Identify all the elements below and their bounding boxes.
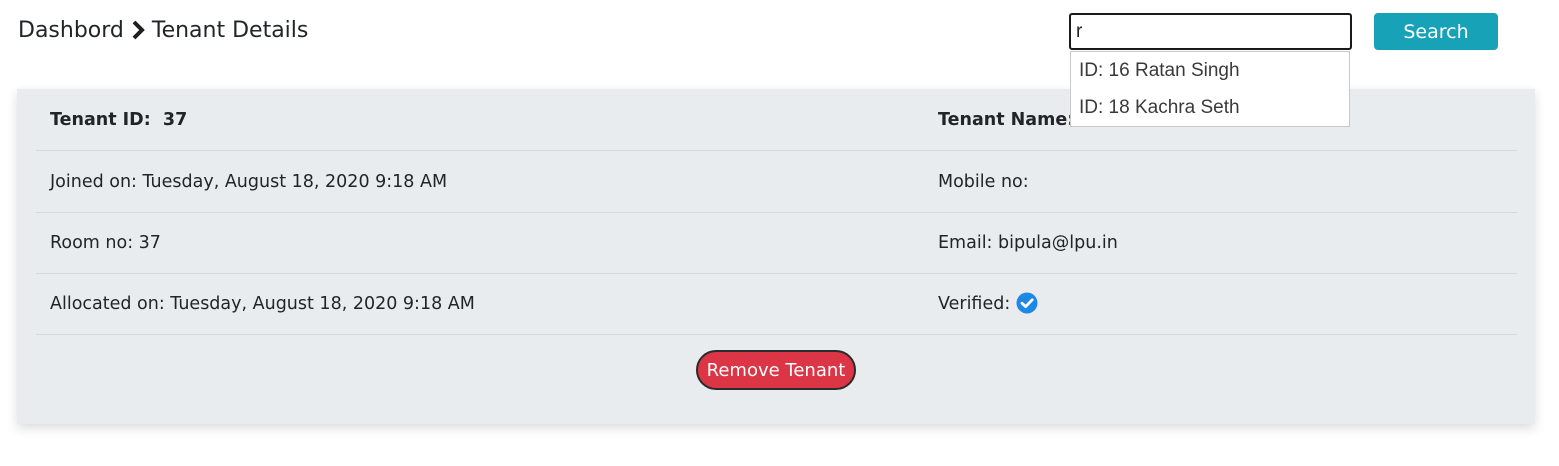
room-no: Room no: 37 [50, 232, 161, 253]
verified-status: Verified: [938, 273, 1038, 334]
mobile-no: Mobile no: [938, 171, 1029, 192]
search-input[interactable] [1069, 13, 1352, 50]
tenant-row-room: Room no: 37 Email: bipula@lpu.in [36, 212, 1517, 274]
tenant-row-joined: Joined on: Tuesday, August 18, 2020 9:18… [36, 151, 1517, 213]
tenant-row-allocated: Allocated on: Tuesday, August 18, 2020 9… [36, 273, 1517, 335]
chevron-right-icon [131, 20, 145, 40]
remove-tenant-button[interactable]: Remove Tenant [696, 350, 856, 390]
breadcrumb-current: Tenant Details [151, 17, 309, 43]
suggestion-item[interactable]: ID: 16 Ratan Singh [1071, 52, 1349, 89]
search-suggestions-dropdown: ID: 16 Ratan Singh ID: 18 Kachra Seth [1070, 51, 1350, 127]
tenant-name-label: Tenant Name: [938, 109, 1075, 130]
allocated-on: Allocated on: Tuesday, August 18, 2020 9… [50, 293, 475, 314]
breadcrumb-dashboard-link[interactable]: Dashbord [18, 18, 124, 43]
tenant-id: Tenant ID: 37 [50, 89, 187, 150]
joined-on: Joined on: Tuesday, August 18, 2020 9:18… [50, 171, 448, 192]
suggestion-item[interactable]: ID: 18 Kachra Seth [1071, 89, 1349, 126]
tenant-details-page: Dashbord Tenant Details Search Tenant ID… [0, 0, 1559, 466]
search-button[interactable]: Search [1374, 13, 1498, 50]
check-circle-icon [1016, 292, 1038, 314]
email: Email: bipula@lpu.in [938, 232, 1118, 253]
tenant-name: Tenant Name: [938, 89, 1074, 150]
tenant-id-value: 37 [162, 109, 188, 130]
verified-label: Verified: [938, 293, 1011, 314]
tenant-details-card: Tenant ID: 37 Tenant Name: Joined on: Tu… [17, 89, 1535, 424]
breadcrumb: Dashbord Tenant Details [18, 14, 308, 46]
tenant-id-label: Tenant ID: [50, 109, 151, 130]
